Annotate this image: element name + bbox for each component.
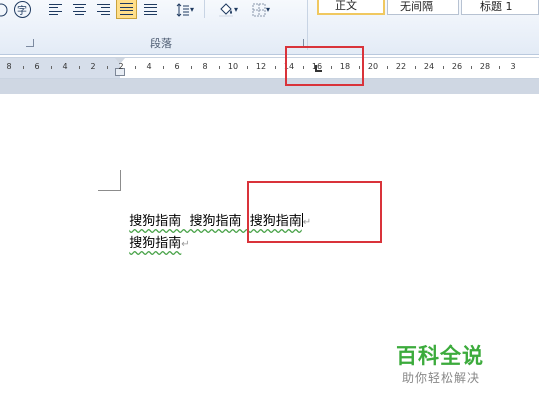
line-spacing-button[interactable]: ▾ [172,0,198,19]
enclosed-character-icon: 字 [13,1,31,18]
paint-bucket-icon [218,3,233,17]
ruler-number: 3 [510,62,516,71]
ruler-tick [51,66,52,69]
page-top-gap [0,79,539,94]
enclosed-character-button[interactable]: 字 [12,0,32,19]
paragraph-group-label: 段落 [150,37,172,50]
ruler-number: 12 [255,62,267,71]
ruler-number: 4 [146,62,152,71]
style-no-spacing[interactable]: 无间隔 [387,0,459,15]
ruler-tick [191,66,192,69]
ruler-tick [163,66,164,69]
style-normal[interactable]: 正文 [317,0,385,15]
ribbon: 字 ▾ ▾ ▾ 段落 正文 无间隔 标题 1 [0,0,539,55]
align-left-button[interactable] [45,0,65,19]
watermark-subtitle: 助你轻松解决 [402,371,481,385]
ruler-tick [499,66,500,69]
align-right-icon [96,3,110,16]
ruler-tick [275,66,276,69]
ruler-number: 8 [6,62,12,71]
distributed-align-icon [143,3,157,16]
borders-button[interactable]: ▾ [247,0,275,19]
ruler-number: 2 [118,62,124,71]
separator [204,0,205,18]
ruler-number: 28 [479,62,491,71]
ruler-tick [387,66,388,69]
shading-dropdown-arrow: ▾ [233,5,238,14]
group-separator [307,0,308,50]
partial-icon-left[interactable] [0,0,8,19]
shading-button[interactable]: ▾ [213,0,243,19]
justify-icon [120,3,133,15]
ruler-tick [219,66,220,69]
align-center-icon [72,3,86,16]
ruler-highlight-box [285,46,364,86]
ruler-number: 24 [423,62,435,71]
ruler-tick [79,66,80,69]
ruler-number: 20 [367,62,379,71]
ruler-tick [135,66,136,69]
style-normal-label: 正文 [335,0,357,12]
ruler-left-margin [0,58,120,78]
align-left-icon [48,3,62,16]
ruler-number: 26 [451,62,463,71]
distributed-align-button[interactable] [140,0,160,19]
ruler-number: 10 [227,62,239,71]
document-line-2[interactable]: 搜狗指南↵ [121,217,190,251]
ruler-tick [247,66,248,69]
ruler-number: 22 [395,62,407,71]
ruler-number: 8 [202,62,208,71]
horizontal-ruler[interactable]: 8 6 4 2 2 4 6 8 10 12 14 16 18 20 22 24 26 28 3 [0,57,539,79]
document-line-2-text: 搜狗指南 [129,236,182,251]
line-spacing-dropdown-arrow: ▾ [189,5,194,14]
text-highlight-box [247,181,382,243]
align-center-button[interactable] [69,0,89,19]
paragraph-mark: ↵ [181,239,190,250]
style-heading-1-label: 标题 1 [480,0,513,13]
text-boundary-corner-mark [98,170,121,191]
ruler-tick [107,66,108,69]
ruler-number: 4 [62,62,68,71]
ruler-number: 6 [174,62,180,71]
ruler-tick [23,66,24,69]
style-heading-1[interactable]: 标题 1 [461,0,539,15]
align-right-button[interactable] [93,0,113,19]
ruler-tick [415,66,416,69]
line-spacing-icon [176,2,189,17]
borders-dropdown-arrow: ▾ [265,5,270,14]
borders-icon [252,3,266,16]
font-dialog-launcher-icon[interactable] [26,39,34,47]
ruler-tick [443,66,444,69]
ruler-number: 6 [34,62,40,71]
watermark-title: 百科全说 [396,344,484,368]
style-no-spacing-label: 无间隔 [400,0,433,13]
ruler-number: 2 [90,62,96,71]
ruler-tick [471,66,472,69]
justify-button[interactable] [116,0,137,19]
